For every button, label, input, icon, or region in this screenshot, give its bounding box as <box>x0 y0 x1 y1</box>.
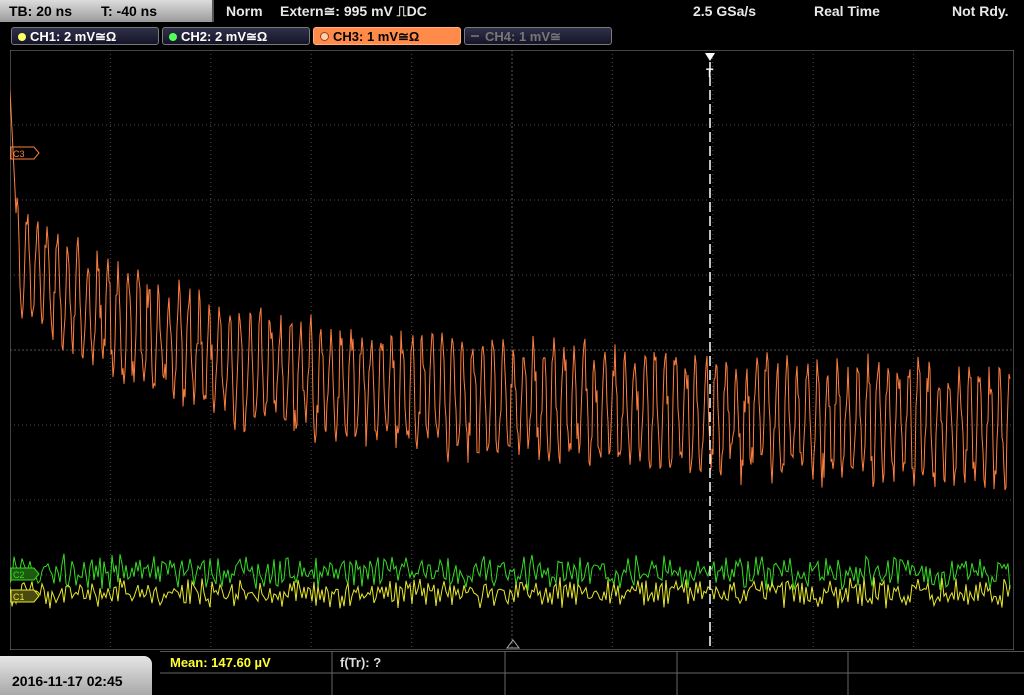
ch1-marker-label: C1 <box>13 592 25 602</box>
channel-3-tab[interactable]: CH3: 1 mV≅Ω <box>313 27 461 45</box>
ch1-indicator-icon <box>18 33 26 41</box>
channel-1-tab[interactable]: CH1: 2 mV≅Ω <box>11 27 159 45</box>
trigger-source[interactable]: Extern≅: 995 mV ⎍DC <box>280 3 427 20</box>
ch2-label: CH2: 2 mV≅Ω <box>181 29 268 44</box>
trigger-time-label: T: -40 ns <box>101 3 158 19</box>
measurement-bar: Mean: 147.60 µV f(Tr): ? <box>0 651 1024 695</box>
ch1-label: CH1: 2 mV≅Ω <box>30 29 117 44</box>
run-status: Not Rdy. <box>952 3 1009 19</box>
mean-measurement[interactable]: Mean: 147.60 µV <box>170 655 271 670</box>
timebase-box[interactable]: TB: 20 ns T: -40 ns <box>0 0 214 22</box>
ch4-off-icon <box>471 35 479 37</box>
trigger-marker-label: T <box>706 66 714 80</box>
ch3-label: CH3: 1 mV≅Ω <box>333 29 420 44</box>
ch4-label: CH4: 1 mV≅ <box>485 29 561 44</box>
trigger-mode[interactable]: Norm <box>226 3 263 19</box>
waveform-display[interactable]: T C3 C2 C1 <box>10 50 1014 650</box>
ch3-marker-label: C3 <box>13 149 25 159</box>
acquisition-mode: Real Time <box>814 3 880 19</box>
frequency-measurement[interactable]: f(Tr): ? <box>340 655 381 670</box>
datetime-box: 2016-11-17 02:45 <box>0 656 152 695</box>
measurement-grid <box>160 651 1024 695</box>
timebase-label: TB: 20 ns <box>9 3 73 19</box>
channel-2-tab[interactable]: CH2: 2 mV≅Ω <box>162 27 310 45</box>
top-status-bar: TB: 20 ns T: -40 ns Norm Extern≅: 995 mV… <box>0 0 1024 24</box>
ch2-marker-label: C2 <box>13 570 25 580</box>
ch3-indicator-icon <box>320 32 329 41</box>
ch2-offset-marker[interactable]: C2 <box>10 567 40 581</box>
ch1-offset-marker[interactable]: C1 <box>10 589 40 603</box>
datetime-label: 2016-11-17 02:45 <box>12 673 123 689</box>
sample-rate: 2.5 GSa/s <box>693 3 757 19</box>
ch2-indicator-icon <box>169 33 177 41</box>
channel-4-tab[interactable]: CH4: 1 mV≅ <box>464 27 612 45</box>
channel-bar: CH1: 2 mV≅Ω CH2: 2 mV≅Ω CH3: 1 mV≅Ω CH4:… <box>0 24 1024 48</box>
